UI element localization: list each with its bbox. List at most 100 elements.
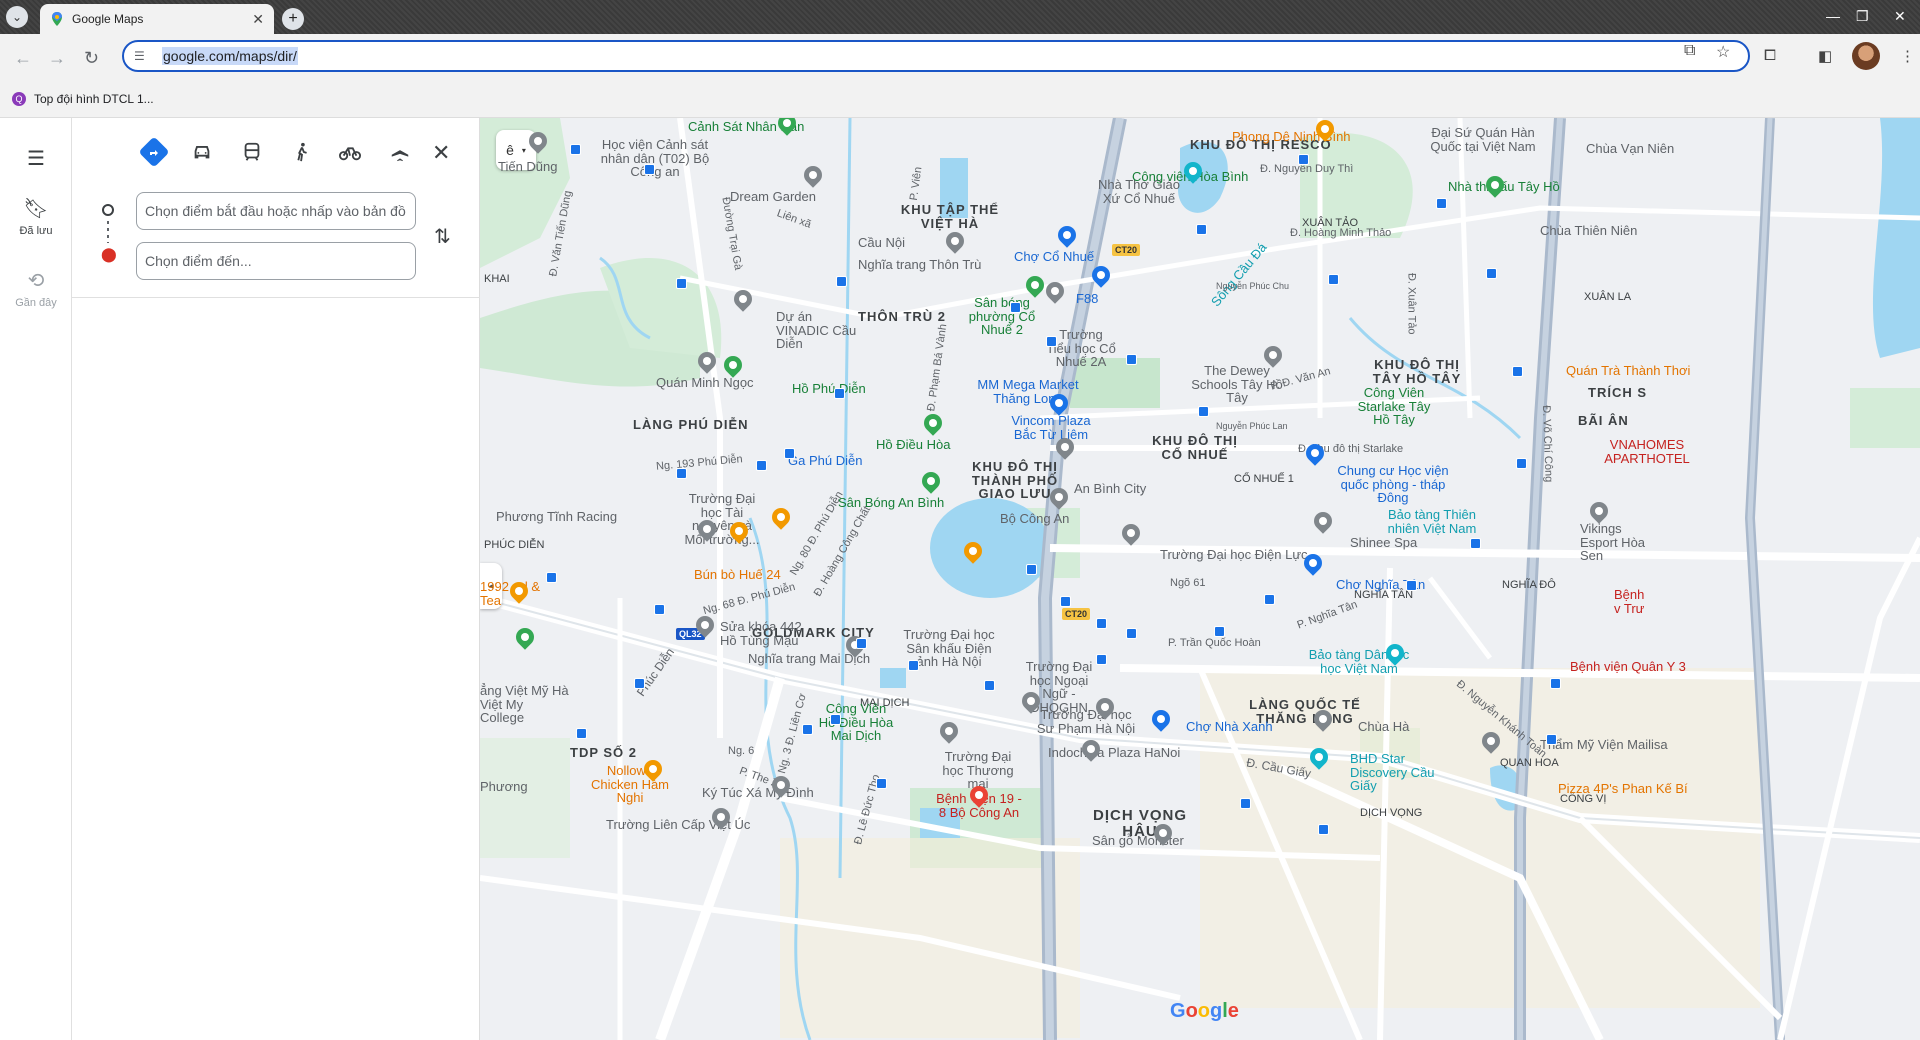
bookmark-star-icon[interactable]: ☆ <box>1716 42 1730 62</box>
place-label[interactable]: Sân Bóng An Bình <box>838 496 944 510</box>
place-label[interactable]: Chùa Hà <box>1358 720 1409 734</box>
address-bar[interactable]: ☰ google.com/maps/dir/ <box>122 40 1750 72</box>
site-info-icon[interactable]: ☰ <box>134 49 150 63</box>
bus-stop-icon[interactable] <box>1512 366 1523 377</box>
place-label[interactable]: Trường Tiểu học Cổ Nhuế 2A <box>1046 328 1116 369</box>
bus-stop-icon[interactable] <box>1406 580 1417 591</box>
bus-stop-icon[interactable] <box>802 724 813 735</box>
swap-icon[interactable]: ⇅ <box>434 224 451 249</box>
back-icon[interactable]: ← <box>14 48 32 69</box>
place-label[interactable]: MM Mega Market Thăng Long <box>968 378 1088 405</box>
bus-stop-icon[interactable] <box>654 604 665 615</box>
close-directions-icon[interactable]: ✕ <box>432 140 450 166</box>
saved-button[interactable]: 🔖︎ Đã lưu <box>0 196 72 237</box>
side-panel-icon[interactable]: ◧ <box>1818 47 1832 65</box>
place-label[interactable]: Cầu Nội <box>858 236 905 250</box>
map-canvas[interactable]: ê ▾ ◂ KHU ĐÔ THỊ RESCO KHU TẬP THỂ VIỆT H… <box>480 118 1920 1040</box>
bus-stop-icon[interactable] <box>784 448 795 459</box>
place-label[interactable]: Vikings Esport Hòa Sen <box>1580 522 1660 563</box>
place-label[interactable]: Sửa khóa 442 Hồ Tùng Mậu <box>720 620 810 647</box>
flight-mode-button[interactable] <box>384 136 416 168</box>
place-label[interactable]: Chùa Thiên Niên <box>1540 224 1637 238</box>
place-label[interactable]: Trường Đại học Sư Phạm Hà Nội <box>1036 708 1136 735</box>
bus-stop-icon[interactable] <box>984 680 995 691</box>
place-label[interactable]: Shinee Spa <box>1350 536 1417 550</box>
bus-stop-icon[interactable] <box>1436 198 1447 209</box>
bus-stop-icon[interactable] <box>1298 154 1309 165</box>
place-label[interactable]: Bệnh v Trư <box>1614 588 1654 615</box>
install-app-icon[interactable]: ⧉ <box>1684 42 1695 60</box>
walking-mode-button[interactable] <box>286 136 318 168</box>
bus-stop-icon[interactable] <box>1516 458 1527 469</box>
place-label[interactable]: Phương <box>480 780 528 794</box>
place-label[interactable]: Học viện Cảnh sát nhân dân (T02) Bộ Công… <box>590 138 720 179</box>
bus-stop-icon[interactable] <box>1240 798 1251 809</box>
place-label[interactable]: Indochina Plaza HaNoi <box>1048 746 1180 760</box>
place-label[interactable]: F88 <box>1076 292 1098 306</box>
destination-input[interactable]: Chọn điểm đến... <box>136 242 416 280</box>
place-label[interactable]: Ga Phú Diễn <box>788 454 862 468</box>
place-label[interactable]: Chợ Cổ Nhuế <box>1014 250 1094 264</box>
minimize-icon[interactable]: — <box>1826 8 1840 24</box>
bus-stop-icon[interactable] <box>1318 824 1329 835</box>
place-label[interactable]: Bộ Công An <box>1000 512 1069 526</box>
hamburger-menu-button[interactable]: ☰ <box>0 146 72 175</box>
tab-search-button[interactable]: ⌄ <box>6 6 28 28</box>
bus-stop-icon[interactable] <box>908 660 919 671</box>
driving-mode-button[interactable] <box>186 136 218 168</box>
bus-stop-icon[interactable] <box>1196 224 1207 235</box>
bus-stop-icon[interactable] <box>834 388 845 399</box>
place-label[interactable]: BHD Star Discovery Cầu Giấy <box>1350 752 1440 793</box>
place-label[interactable]: Hồ Phú Diễn <box>792 382 866 396</box>
bus-stop-icon[interactable] <box>1550 678 1561 689</box>
place-label[interactable]: Tiến Dũng <box>498 160 558 174</box>
bus-stop-icon[interactable] <box>1126 628 1137 639</box>
place-label[interactable]: Dự án VINADIC Cầu Diễn <box>776 310 866 351</box>
profile-avatar[interactable] <box>1852 42 1880 70</box>
bus-stop-icon[interactable] <box>1470 538 1481 549</box>
bus-stop-icon[interactable] <box>676 468 687 479</box>
bus-stop-icon[interactable] <box>1486 268 1497 279</box>
place-label[interactable]: Chợ Nhà Xanh <box>1186 720 1273 734</box>
start-input[interactable]: Chọn điểm bắt đầu hoặc nhấp vào bản đồ <box>136 192 416 230</box>
bus-stop-icon[interactable] <box>546 572 557 583</box>
bus-stop-icon[interactable] <box>644 164 655 175</box>
bus-stop-icon[interactable] <box>1264 594 1275 605</box>
place-label[interactable]: Bệnh viện Quân Y 3 <box>1570 660 1686 674</box>
place-label[interactable]: An Bình City <box>1074 482 1146 496</box>
cycling-mode-button[interactable] <box>334 136 366 168</box>
place-label[interactable]: Ký Túc Xá Mỹ Đình <box>702 786 814 800</box>
place-label[interactable]: Pizza 4P's Phan Kế Bí <box>1558 782 1688 796</box>
forward-icon[interactable]: → <box>48 48 66 69</box>
place-label[interactable]: Sân bóng phường Cổ Nhuế 2 <box>952 296 1052 337</box>
bus-stop-icon[interactable] <box>676 278 687 289</box>
menu-kebab-icon[interactable]: ⋮ <box>1900 47 1915 65</box>
place-label[interactable]: Bảo tàng Thiên nhiên Việt Nam <box>1382 508 1482 535</box>
bus-stop-icon[interactable] <box>1026 564 1037 575</box>
bus-stop-icon[interactable] <box>1046 336 1057 347</box>
bus-stop-icon[interactable] <box>1546 734 1557 745</box>
bus-stop-icon[interactable] <box>1010 302 1021 313</box>
bus-stop-icon[interactable] <box>1096 654 1107 665</box>
bus-stop-icon[interactable] <box>1096 618 1107 629</box>
restore-icon[interactable]: ❐ <box>1856 8 1869 25</box>
place-label[interactable]: VNAHOMES APARTHOTEL <box>1602 438 1692 465</box>
bus-stop-icon[interactable] <box>876 778 887 789</box>
place-label[interactable]: Thẩm Mỹ Viện Mailisa <box>1540 738 1668 752</box>
place-label[interactable]: Trường Đại học Tài nguyên và Môi trường.… <box>682 492 762 547</box>
bus-stop-icon[interactable] <box>830 714 841 725</box>
bus-stop-icon[interactable] <box>1214 626 1225 637</box>
place-label[interactable]: Nghĩa trang Thôn Trù <box>858 258 981 272</box>
place-label[interactable]: Trường Đại học Điện Lực <box>1160 548 1308 562</box>
place-label[interactable]: Công Viên Hồ Điều Hòa Mai Dịch <box>816 702 896 743</box>
transit-mode-button[interactable] <box>236 136 268 168</box>
bus-stop-icon[interactable] <box>570 144 581 155</box>
recent-button[interactable]: ⟲ Gần đây <box>0 268 72 309</box>
tab-close-icon[interactable]: ✕ <box>252 11 264 28</box>
window-close-icon[interactable]: ✕ <box>1894 8 1906 25</box>
bus-stop-icon[interactable] <box>1198 406 1209 417</box>
place-label[interactable]: Dream Garden <box>730 190 816 204</box>
place-label[interactable]: Vincom Plaza Bắc Từ Liêm <box>1006 414 1096 441</box>
place-label[interactable]: Phương Tĩnh Racing <box>496 510 617 524</box>
bus-stop-icon[interactable] <box>836 276 847 287</box>
